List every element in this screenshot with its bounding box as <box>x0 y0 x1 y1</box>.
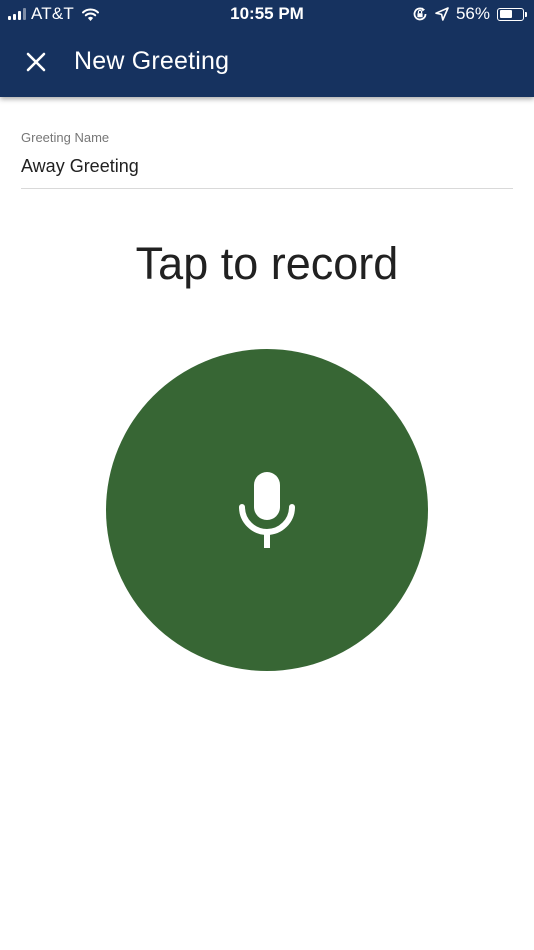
status-bar-right: 56% <box>412 4 527 24</box>
battery-level <box>499 10 512 18</box>
rotation-lock-icon <box>412 6 428 22</box>
battery-percent: 56% <box>455 4 490 23</box>
record-prompt: Tap to record <box>135 238 399 289</box>
greeting-name-field[interactable]: Greeting Name <box>21 128 513 189</box>
battery-icon <box>497 7 527 21</box>
page-title: New Greeting <box>74 47 230 75</box>
microphone-icon <box>238 472 296 548</box>
close-button[interactable] <box>18 44 54 80</box>
app-bar: New Greeting <box>0 28 534 97</box>
greeting-name-label: Greeting Name <box>21 130 110 145</box>
greeting-name-input[interactable] <box>21 156 513 177</box>
top-bar: AT&T 10:55 PM 56% New Greeting <box>0 0 534 97</box>
close-icon <box>26 52 46 72</box>
record-button[interactable] <box>106 349 428 671</box>
status-bar: AT&T 10:55 PM 56% <box>0 0 534 28</box>
location-arrow-icon <box>435 7 449 21</box>
